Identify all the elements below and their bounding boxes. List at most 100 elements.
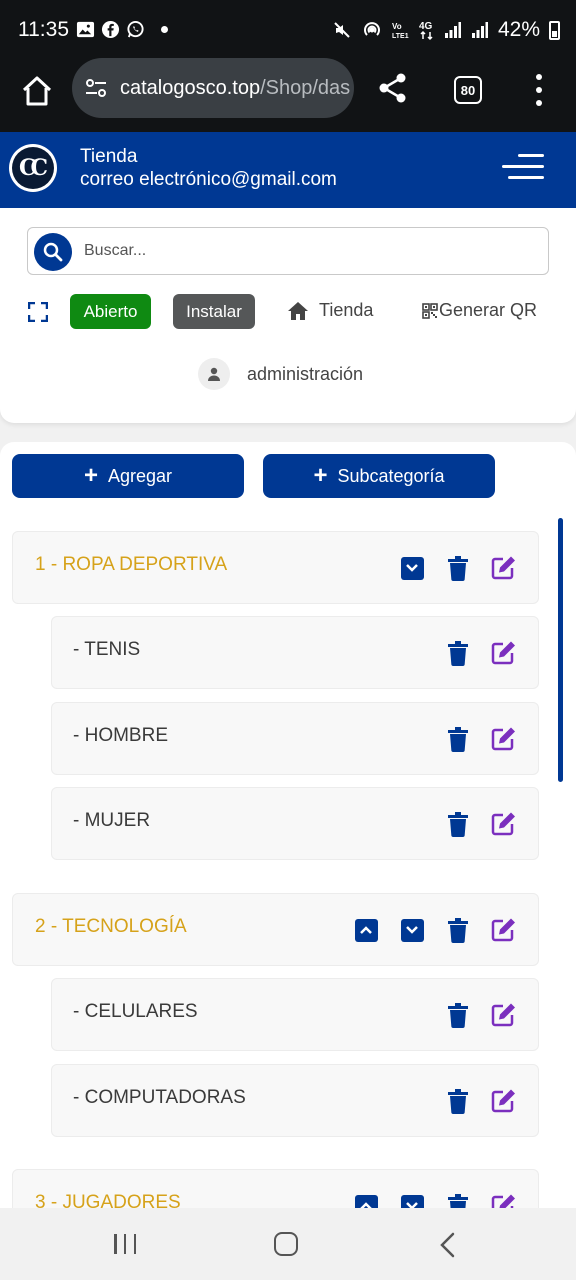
menu-icon[interactable]: [500, 154, 544, 180]
trash-icon: [448, 1002, 468, 1028]
move-down-button[interactable]: [399, 1192, 425, 1208]
search-button[interactable]: [34, 233, 72, 271]
edit-button[interactable]: [491, 725, 517, 753]
chevron-down-icon: [406, 926, 418, 934]
delete-button[interactable]: [445, 916, 471, 944]
system-icons: Vo LTE1 4G 42%: [332, 18, 560, 42]
subcategory-row: - TENIS: [51, 616, 539, 689]
signal-icon: [471, 22, 488, 38]
system-nav-bar: [0, 1208, 576, 1280]
image-icon: [76, 21, 95, 38]
open-status-button[interactable]: Abierto: [70, 294, 151, 329]
avatar: [198, 358, 230, 390]
edit-icon: [491, 918, 515, 942]
delete-button[interactable]: [445, 554, 471, 582]
store-link-label: Tienda: [319, 300, 374, 320]
home-button-icon[interactable]: [274, 1232, 298, 1256]
move-down-button[interactable]: [399, 554, 425, 582]
svg-text:LTE1: LTE1: [392, 33, 409, 40]
trash-icon: [448, 1193, 468, 1208]
subcategory-title: - HOMBRE: [73, 725, 168, 746]
edit-icon: [491, 1089, 515, 1113]
move-down-button[interactable]: [399, 916, 425, 944]
app-header: CC Tienda correo electrónico@gmail.com: [0, 132, 576, 208]
category-title: 1 - ROPA DEPORTIVA: [35, 554, 228, 575]
house-icon: [288, 301, 308, 320]
edit-icon: [491, 812, 515, 836]
browser-toolbar: catalogosco.top/Shop/das 80: [0, 58, 576, 132]
add-subcategory-button[interactable]: + Subcategoría: [263, 454, 495, 498]
edit-button[interactable]: [491, 1087, 517, 1115]
volte-icon: Vo LTE1: [392, 22, 409, 40]
edit-button[interactable]: [491, 1001, 517, 1029]
delete-button[interactable]: [445, 1001, 471, 1029]
generate-qr-link[interactable]: Generar QR: [422, 300, 537, 321]
share-icon[interactable]: [378, 72, 408, 104]
subcategory-title: - TENIS: [73, 639, 141, 660]
subcategory-row: - MUJER: [51, 787, 539, 860]
subcategory-label: Subcategoría: [337, 465, 445, 486]
chevron-up-icon: [360, 926, 372, 934]
logo-text: CC: [12, 147, 54, 189]
whatsapp-icon: [127, 20, 144, 38]
delete-button[interactable]: [445, 1192, 471, 1208]
fullscreen-icon[interactable]: [28, 302, 48, 322]
admin-label: administración: [247, 363, 364, 384]
edit-button[interactable]: [491, 1192, 517, 1208]
svg-text:4G: 4G: [419, 21, 433, 32]
move-up-button[interactable]: [353, 1192, 379, 1208]
back-icon[interactable]: [438, 1232, 458, 1258]
edit-button[interactable]: [491, 554, 517, 582]
move-up-button[interactable]: [353, 916, 379, 944]
delete-button[interactable]: [445, 639, 471, 667]
edit-icon: [491, 1194, 515, 1208]
edit-button[interactable]: [491, 810, 517, 838]
subcategory-title: - MUJER: [73, 810, 151, 831]
toolbar: Abierto Instalar Tienda Generar QR: [0, 294, 576, 330]
main-content: Abierto Instalar Tienda Generar QR admin…: [0, 208, 576, 1208]
url-path: /Shop/das: [260, 76, 351, 99]
url-host: catalogosco.top: [120, 76, 261, 99]
recent-apps-icon[interactable]: [114, 1234, 136, 1254]
generate-qr-label: Generar QR: [439, 300, 538, 320]
top-panel: Abierto Instalar Tienda Generar QR admin…: [0, 208, 576, 423]
subcategory-row: - COMPUTADORAS: [51, 1064, 539, 1137]
search-input[interactable]: [84, 228, 534, 274]
signal-icon: [444, 22, 461, 38]
status-bar: 11:35 Vo LTE1 4G 42%: [0, 0, 576, 62]
search-icon: [43, 242, 63, 262]
more-menu-icon[interactable]: [532, 74, 546, 106]
4g-icon: 4G: [419, 21, 433, 41]
battery-icon: [549, 20, 560, 40]
category-row: 3 - JUGADORES: [12, 1169, 539, 1208]
category-title: 3 - JUGADORES: [35, 1192, 181, 1208]
delete-button[interactable]: [445, 810, 471, 838]
site-settings-icon[interactable]: [84, 76, 108, 100]
trash-icon: [448, 640, 468, 666]
category-row: 1 - ROPA DEPORTIVA: [12, 531, 539, 604]
delete-button[interactable]: [445, 725, 471, 753]
delete-button[interactable]: [445, 1087, 471, 1115]
home-icon[interactable]: [20, 74, 54, 108]
admin-link[interactable]: administración: [198, 358, 363, 390]
store-email: correo electrónico@gmail.com: [80, 169, 337, 190]
chevron-down-icon: [406, 564, 418, 572]
notification-icons: [76, 20, 168, 39]
install-button[interactable]: Instalar: [173, 294, 255, 329]
url-bar[interactable]: catalogosco.top/Shop/das: [72, 58, 354, 118]
tab-switcher-button[interactable]: 80: [454, 76, 482, 104]
add-category-button[interactable]: + Agregar: [12, 454, 244, 498]
subcategory-row: - HOMBRE: [51, 702, 539, 775]
trash-icon: [448, 811, 468, 837]
store-link[interactable]: Tienda: [287, 300, 373, 321]
edit-icon: [491, 727, 515, 751]
svg-text:Vo: Vo: [392, 22, 402, 31]
edit-button[interactable]: [491, 639, 517, 667]
status-time: 11:35: [18, 18, 69, 41]
chevron-up-icon: [360, 1202, 372, 1208]
hotspot-icon: [364, 22, 380, 36]
trash-icon: [448, 555, 468, 581]
store-logo[interactable]: CC: [9, 144, 57, 192]
edit-button[interactable]: [491, 916, 517, 944]
scrollbar[interactable]: [558, 518, 563, 782]
